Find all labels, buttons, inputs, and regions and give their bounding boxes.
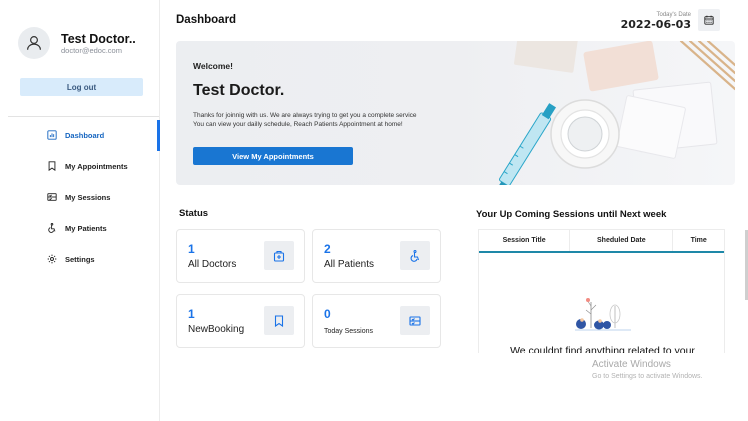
- user-icon: [27, 36, 41, 50]
- nav-divider: [8, 116, 159, 117]
- calendar-button[interactable]: [698, 9, 720, 31]
- card-icon-box: [400, 241, 430, 270]
- sidebar-nav: Dashboard My Appointments My Sessions My…: [0, 120, 160, 275]
- date-block: Today's Date 2022-06-03: [621, 11, 691, 31]
- banner-welcome: Welcome!: [193, 61, 233, 71]
- sessions-title: Your Up Coming Sessions until Next week: [476, 209, 667, 220]
- doctor-icon: [273, 250, 285, 262]
- sessions-icon: [409, 315, 421, 326]
- date-value: 2022-06-03: [620, 18, 691, 31]
- sidebar: Test Doctor.. doctor@edoc.com Log out Da…: [0, 0, 160, 421]
- bookmark-icon: [48, 161, 56, 171]
- status-card-doctors[interactable]: 1 All Doctors: [176, 229, 305, 283]
- status-card-patients[interactable]: 2 All Patients: [312, 229, 441, 283]
- sidebar-item-dashboard[interactable]: Dashboard: [0, 120, 160, 151]
- sidebar-item-settings[interactable]: Settings: [0, 244, 160, 275]
- card-value: 1: [188, 307, 195, 321]
- status-card-new-booking[interactable]: 1 NewBooking: [176, 294, 305, 348]
- activate-windows-subtitle: Go to Settings to activate Windows.: [592, 373, 703, 380]
- card-label: NewBooking: [188, 324, 245, 335]
- sessions-icon: [47, 193, 57, 201]
- card-icon-box: [264, 241, 294, 270]
- gear-icon: [47, 254, 57, 264]
- sidebar-item-label: My Patients: [65, 224, 107, 233]
- wheelchair-icon: [410, 249, 420, 262]
- card-value: 2: [324, 242, 331, 256]
- status-title: Status: [179, 208, 209, 219]
- profile: Test Doctor.. doctor@edoc.com: [18, 27, 136, 59]
- avatar: [18, 27, 50, 59]
- card-label: Today Sessions: [324, 328, 374, 335]
- banner-description: Thanks for joinnig with us. We are alway…: [193, 112, 493, 129]
- logout-button[interactable]: Log out: [20, 78, 143, 96]
- sidebar-item-patients[interactable]: My Patients: [0, 213, 160, 244]
- view-appointments-button[interactable]: View My Appointments: [193, 147, 353, 165]
- banner-doctor-name: Test Doctor.: [193, 82, 285, 99]
- page-title: Dashboard: [176, 14, 237, 26]
- sidebar-item-label: My Sessions: [65, 193, 111, 202]
- wheelchair-icon: [48, 223, 56, 233]
- card-icon-box: [264, 306, 294, 335]
- empty-state-illustration: [575, 298, 631, 331]
- column-header[interactable]: Time: [673, 230, 724, 251]
- card-value: 0: [324, 307, 331, 321]
- card-label: All Patients: [324, 259, 375, 270]
- calendar-icon: [704, 15, 714, 25]
- sidebar-item-label: My Appointments: [65, 162, 128, 171]
- profile-name: Test Doctor..: [61, 32, 136, 46]
- sidebar-item-label: Settings: [65, 255, 95, 264]
- empty-state-text: We couldnt find anything related to your: [510, 345, 695, 353]
- sessions-table-header: Session Title Sheduled Date Time: [479, 230, 724, 253]
- sidebar-item-appointments[interactable]: My Appointments: [0, 151, 160, 182]
- card-label: All Doctors: [188, 259, 237, 270]
- column-header[interactable]: Session Title: [479, 230, 571, 251]
- dashboard-icon: [47, 130, 57, 140]
- activate-windows-title: Activate Windows: [592, 359, 671, 370]
- sidebar-item-label: Dashboard: [65, 131, 105, 140]
- banner-text-line: Thanks for joinnig with us. We are alway…: [193, 112, 417, 119]
- sessions-table: Session Title Sheduled Date Time We coul…: [478, 229, 725, 353]
- card-value: 1: [188, 242, 195, 256]
- banner-text-line: You can view your dailly schedule, Reach…: [193, 120, 403, 128]
- bookmark-icon: [274, 314, 284, 327]
- profile-email: doctor@edoc.com: [61, 46, 122, 55]
- welcome-banner: Welcome! Test Doctor. Thanks for joinnig…: [176, 41, 735, 185]
- card-icon-box: [400, 306, 430, 335]
- column-header[interactable]: Sheduled Date: [570, 230, 674, 251]
- medical-supplies-image: [492, 41, 735, 185]
- sidebar-item-sessions[interactable]: My Sessions: [0, 182, 160, 213]
- status-card-today-sessions[interactable]: 0 Today Sessions: [312, 294, 441, 348]
